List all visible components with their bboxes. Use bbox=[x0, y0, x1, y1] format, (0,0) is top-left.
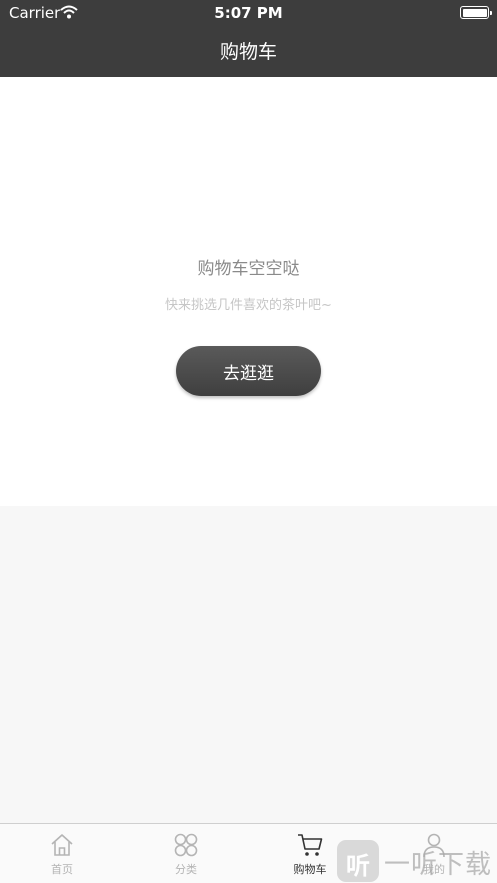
home-icon bbox=[51, 834, 73, 856]
empty-cart-subtitle: 快来挑选几件喜欢的茶叶吧~ bbox=[165, 298, 332, 313]
clock: 5:07 PM bbox=[214, 4, 283, 22]
category-icon bbox=[174, 833, 198, 857]
go-shopping-button[interactable]: 去逛逛 bbox=[176, 346, 321, 396]
empty-cart-panel: 购物车空空哒 快来挑选几件喜欢的茶叶吧~ 去逛逛 bbox=[0, 77, 497, 506]
page-title: 购物车 bbox=[219, 41, 277, 63]
tab-label: 分类 bbox=[175, 863, 197, 876]
battery-icon bbox=[460, 6, 492, 19]
cart-icon bbox=[298, 834, 323, 856]
tab-home[interactable]: 首页 bbox=[0, 824, 124, 883]
tab-label: 首页 bbox=[51, 863, 73, 876]
empty-cart-title: 购物车空空哒 bbox=[197, 259, 300, 279]
watermark-text: 一听下载 bbox=[384, 850, 493, 880]
watermark-logo: 听 bbox=[337, 840, 379, 882]
header-bar: Carrier 5:07 PM 购物车 bbox=[0, 0, 497, 77]
tab-category[interactable]: 分类 bbox=[124, 824, 248, 883]
status-bar: Carrier 5:07 PM bbox=[0, 0, 497, 26]
watermark: 听 一听下载 bbox=[337, 838, 497, 883]
cart-screen: Carrier 5:07 PM 购物车 购物车空空哒 快来挑选几件喜欢的茶叶吧~… bbox=[0, 0, 497, 883]
watermark-logo-text: 听 bbox=[346, 852, 370, 880]
